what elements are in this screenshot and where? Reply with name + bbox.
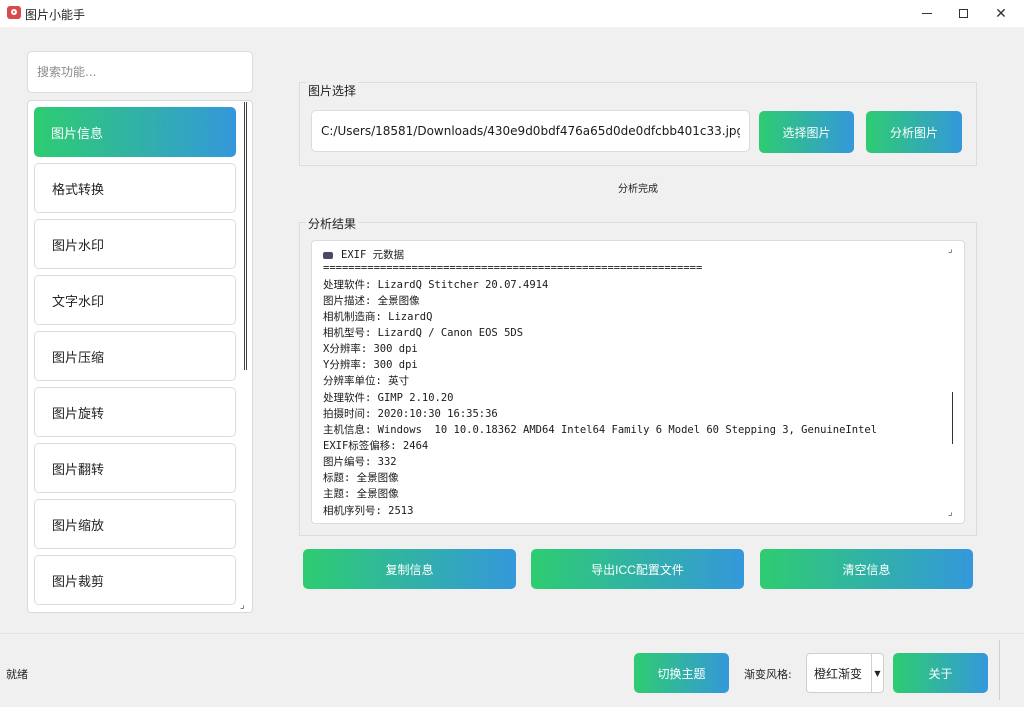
sidebar-item-label: 图片水印 <box>52 238 105 254</box>
status-text: 就绪 <box>6 668 28 681</box>
image-icon <box>323 251 333 259</box>
result-line: 主题: 全景图像 <box>323 488 399 500</box>
result-line: 处理软件: GIMP 2.10.20 <box>323 392 454 404</box>
result-line: X分辨率: 300 dpi <box>323 343 418 355</box>
sidebar-item-crop[interactable]: 图片裁剪 <box>34 555 236 605</box>
camera-icon <box>7 6 21 19</box>
results-resize-corner-icon: ⌟ <box>948 507 953 518</box>
about-button[interactable]: 关于 <box>893 653 988 693</box>
sidebar-item-label: 图片旋转 <box>52 406 105 422</box>
sidebar-item-format-convert[interactable]: 格式转换 <box>34 163 236 213</box>
sidebar-item-rotate[interactable]: 图片旋转 <box>34 387 236 437</box>
sidebar-item-compress[interactable]: 图片压缩 <box>34 331 236 381</box>
result-line: 分辨率单位: 英寸 <box>323 375 410 387</box>
clear-info-button[interactable]: 清空信息 <box>760 549 973 589</box>
sidebar-item-label: 文字水印 <box>52 294 105 310</box>
sidebar-item-image-watermark[interactable]: 图片水印 <box>34 219 236 269</box>
minimize-icon <box>922 13 932 14</box>
sidebar-item-resize[interactable]: 图片缩放 <box>34 499 236 549</box>
close-icon: ✕ <box>995 5 1007 22</box>
gradient-style-value: 橙红渐变 <box>814 666 863 681</box>
result-line: 主机信息: Windows 10 10.0.18362 AMD64 Intel6… <box>323 424 878 436</box>
image-path-field[interactable] <box>311 110 750 152</box>
sidebar-item-label: 格式转换 <box>52 182 105 198</box>
result-line: 相机序列号: 2513 <box>323 505 414 517</box>
result-line: 拍摄时间: 2020:10:30 16:35:36 <box>323 408 498 420</box>
gradient-style-label: 渐变风格: <box>744 668 792 681</box>
sidebar-item-text-watermark[interactable]: 文字水印 <box>34 275 236 325</box>
results-text-area[interactable]: EXIF 元数据 ===============================… <box>311 240 965 524</box>
window-title: 图片小能手 <box>25 8 86 22</box>
gradient-style-select[interactable]: 橙红渐变 ▼ <box>806 653 884 693</box>
sidebar-scrollbar[interactable] <box>244 102 247 370</box>
result-line: EXIF标签偏移: 2464 <box>323 440 429 452</box>
title-bar: 图片小能手 ✕ <box>0 0 1024 27</box>
sidebar-item-label: 图片翻转 <box>52 462 105 478</box>
triangle-down-icon: ▼ <box>871 654 883 692</box>
sidebar-resize-corner-icon: ⌟ <box>240 600 245 611</box>
sidebar-item-image-info[interactable]: 图片信息 <box>34 107 236 157</box>
sidebar-item-label: 图片信息 <box>51 126 104 142</box>
result-line: 图片描述: 全景图像 <box>323 295 420 307</box>
analyze-image-button[interactable]: 分析图片 <box>866 111 962 153</box>
select-image-button[interactable]: 选择图片 <box>759 111 854 153</box>
result-line: 相机型号: LizardQ / Canon EOS 5DS <box>323 327 524 339</box>
sidebar-item-label: 图片裁剪 <box>52 574 105 590</box>
sidebar-item-label: 图片压缩 <box>52 350 105 366</box>
exif-header-label: EXIF 元数据 <box>341 249 405 261</box>
maximize-icon <box>958 9 968 18</box>
results-scroll-top-icon: ⌟ <box>948 244 953 255</box>
image-select-title: 图片选择 <box>306 82 359 99</box>
results-title: 分析结果 <box>306 215 359 232</box>
sidebar-item-label: 图片缩放 <box>52 518 105 534</box>
result-line: 相机制造商: LizardQ <box>323 311 433 323</box>
function-list: 图片信息 格式转换 图片水印 文字水印 图片压缩 图片旋转 图片翻转 图片缩放 … <box>27 100 253 613</box>
result-line: 处理软件: LizardQ Stitcher 20.07.4914 <box>323 279 549 291</box>
export-icc-button[interactable]: 导出ICC配置文件 <box>531 549 744 589</box>
copy-info-button[interactable]: 复制信息 <box>303 549 516 589</box>
results-scrollbar[interactable] <box>952 392 954 444</box>
switch-theme-button[interactable]: 切换主题 <box>634 653 729 693</box>
close-button[interactable]: ✕ <box>978 0 1024 27</box>
sidebar-item-flip[interactable]: 图片翻转 <box>34 443 236 493</box>
result-line: Y分辨率: 300 dpi <box>323 359 418 371</box>
analysis-status: 分析完成 <box>618 184 658 195</box>
result-line: 标题: 全景图像 <box>323 472 399 484</box>
search-input[interactable] <box>27 51 253 93</box>
exif-header: EXIF 元数据 <box>323 247 404 262</box>
results-separator: ========================================… <box>323 262 703 274</box>
divider <box>999 640 1000 700</box>
result-line: 图片编号: 332 <box>323 456 397 468</box>
